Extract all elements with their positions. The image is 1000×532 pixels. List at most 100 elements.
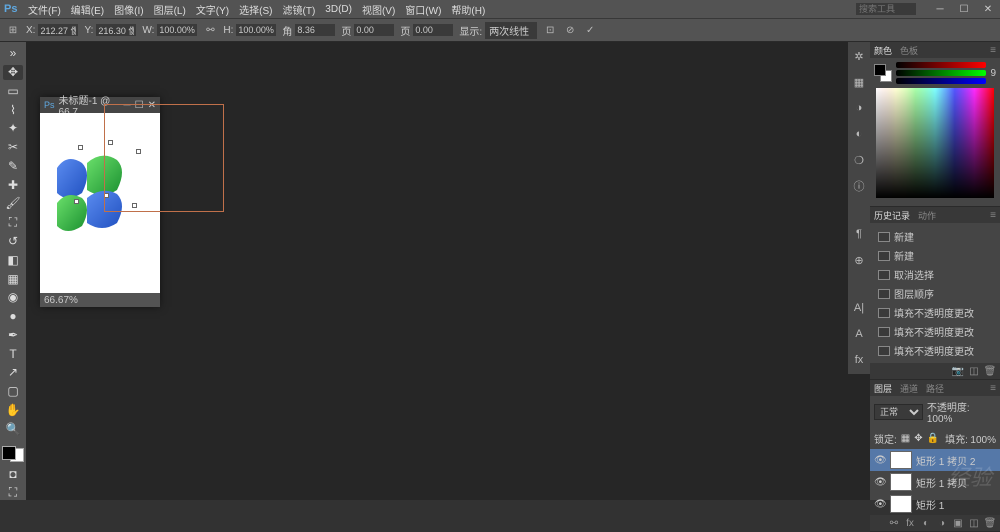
marquee-tool[interactable]: ▭: [3, 84, 23, 99]
eraser-tool[interactable]: ◧: [3, 253, 23, 268]
menu-layer[interactable]: 图层(L): [150, 0, 190, 19]
trash-icon[interactable]: 🗑: [984, 517, 996, 529]
blend-mode-select[interactable]: 正常: [874, 404, 923, 420]
tab-channels[interactable]: 通道: [900, 382, 918, 395]
path-tool[interactable]: ↗: [3, 365, 23, 380]
history-row[interactable]: 填充不透明度更改: [874, 322, 996, 341]
cancel-icon[interactable]: ⊘: [563, 23, 577, 37]
type-tool[interactable]: T: [3, 346, 23, 361]
doc-close-icon[interactable]: ✕: [148, 100, 156, 111]
menu-image[interactable]: 图像(I): [110, 0, 147, 19]
skewv-input[interactable]: [413, 24, 453, 36]
visibility-icon[interactable]: 👁: [874, 499, 886, 510]
y-input[interactable]: [96, 24, 136, 36]
layer-thumb[interactable]: [890, 473, 912, 491]
tab-swatches[interactable]: 色板: [900, 44, 918, 57]
doc-max-icon[interactable]: ☐: [135, 100, 144, 111]
screenmode-tool[interactable]: ⛶: [3, 485, 23, 500]
blur-tool[interactable]: ◉: [3, 290, 23, 305]
color-swatch[interactable]: [2, 446, 24, 462]
menu-type[interactable]: 文字(Y): [192, 0, 233, 19]
tab-paths[interactable]: 路径: [926, 382, 944, 395]
brush-tool[interactable]: 🖌: [3, 196, 23, 211]
menu-help[interactable]: 帮助(H): [447, 0, 489, 19]
document-tab[interactable]: Ps 未标题-1 @ 66.7... ─☐✕: [40, 97, 160, 113]
commit-icon[interactable]: ✓: [583, 23, 597, 37]
swatches-panel-icon[interactable]: ▦: [851, 74, 867, 90]
char-panel-icon[interactable]: ¶: [851, 226, 867, 242]
canvas-area[interactable]: Ps 未标题-1 @ 66.7... ─☐✕ 66.67%: [26, 42, 870, 500]
dodge-tool[interactable]: ●: [3, 309, 23, 324]
history-brush-tool[interactable]: ↺: [3, 234, 23, 249]
history-row[interactable]: 新建: [874, 227, 996, 246]
pen-tool[interactable]: ✒: [3, 328, 23, 343]
fx-icon[interactable]: fx: [904, 517, 916, 529]
interp-value[interactable]: 两次线性: [485, 22, 537, 39]
layer-row[interactable]: 👁矩形 1: [870, 493, 1000, 515]
menu-file[interactable]: 文件(F): [24, 0, 65, 19]
brush-panel-icon[interactable]: ✲: [851, 48, 867, 64]
color-spectrum[interactable]: [876, 88, 994, 198]
skewh-input[interactable]: [354, 24, 394, 36]
snapshot-icon[interactable]: 📷: [952, 365, 964, 377]
handle-icon[interactable]: »: [3, 46, 23, 61]
rgb-sliders[interactable]: [896, 62, 986, 84]
layer-thumb[interactable]: [890, 495, 912, 513]
group-icon[interactable]: ▣: [952, 517, 964, 529]
panel-menu-icon[interactable]: ≡: [990, 210, 996, 221]
history-row[interactable]: 取消选择: [874, 265, 996, 284]
menu-window[interactable]: 窗口(W): [401, 0, 445, 19]
lock-pixels-icon[interactable]: ▦: [901, 433, 910, 444]
new-doc-icon[interactable]: ◫: [968, 365, 980, 377]
link-icon[interactable]: ⚯: [203, 23, 217, 37]
history-row[interactable]: 填充不透明度更改: [874, 341, 996, 360]
lock-pos-icon[interactable]: ✥: [914, 433, 922, 444]
x-input[interactable]: [38, 24, 78, 36]
zoom-tool[interactable]: 🔍: [3, 421, 23, 436]
history-row[interactable]: 新建: [874, 246, 996, 265]
lasso-tool[interactable]: ⌇: [3, 102, 23, 117]
visibility-icon[interactable]: 👁: [874, 477, 886, 488]
quickmask-tool[interactable]: ◘: [3, 466, 23, 481]
menu-3d[interactable]: 3D(D): [321, 2, 356, 17]
trash-icon[interactable]: 🗑: [984, 365, 996, 377]
styles-icon[interactable]: ❍: [851, 152, 867, 168]
glyph-icon[interactable]: ⊕: [851, 252, 867, 268]
panel-menu-icon[interactable]: ≡: [990, 383, 996, 394]
search-input[interactable]: [856, 3, 916, 15]
w-input[interactable]: [157, 24, 197, 36]
gradient-tool[interactable]: ▦: [3, 271, 23, 286]
angle-input[interactable]: [295, 24, 335, 36]
document-window[interactable]: Ps 未标题-1 @ 66.7... ─☐✕ 66.67%: [40, 97, 160, 307]
visibility-icon[interactable]: 👁: [874, 455, 886, 466]
heal-tool[interactable]: ✚: [3, 177, 23, 192]
wand-tool[interactable]: ✦: [3, 121, 23, 136]
document-canvas[interactable]: [40, 113, 160, 293]
doc-min-icon[interactable]: ─: [124, 100, 131, 111]
move-tool[interactable]: ✥: [3, 65, 23, 80]
maximize-button[interactable]: ☐: [952, 0, 976, 18]
minimize-button[interactable]: ─: [928, 0, 952, 18]
warp-icon[interactable]: ⊡: [543, 23, 557, 37]
menu-edit[interactable]: 编辑(E): [67, 0, 108, 19]
tab-color[interactable]: 颜色: [874, 44, 892, 57]
tab-actions[interactable]: 动作: [918, 209, 936, 222]
fill-value[interactable]: 100%: [970, 435, 996, 446]
para-icon[interactable]: A: [851, 326, 867, 342]
crop-tool[interactable]: ✂: [3, 140, 23, 155]
history-row[interactable]: 图层顺序: [874, 284, 996, 303]
tab-history[interactable]: 历史记录: [874, 209, 910, 222]
layer-thumb[interactable]: [890, 451, 912, 469]
libraries-icon[interactable]: ◑: [851, 100, 867, 116]
info-icon[interactable]: ⓘ: [851, 178, 867, 194]
fg-bg-swatch[interactable]: [874, 64, 892, 82]
adj-layer-icon[interactable]: ◑: [936, 517, 948, 529]
panel-menu-icon[interactable]: ≡: [990, 45, 996, 56]
lock-all-icon[interactable]: 🔒: [927, 433, 939, 444]
type-a-icon[interactable]: A|: [851, 300, 867, 316]
eyedropper-tool[interactable]: ✎: [3, 159, 23, 174]
tab-layers[interactable]: 图层: [874, 382, 892, 395]
hand-tool[interactable]: ✋: [3, 403, 23, 418]
link-layers-icon[interactable]: ⚯: [888, 517, 900, 529]
h-input[interactable]: [236, 24, 276, 36]
